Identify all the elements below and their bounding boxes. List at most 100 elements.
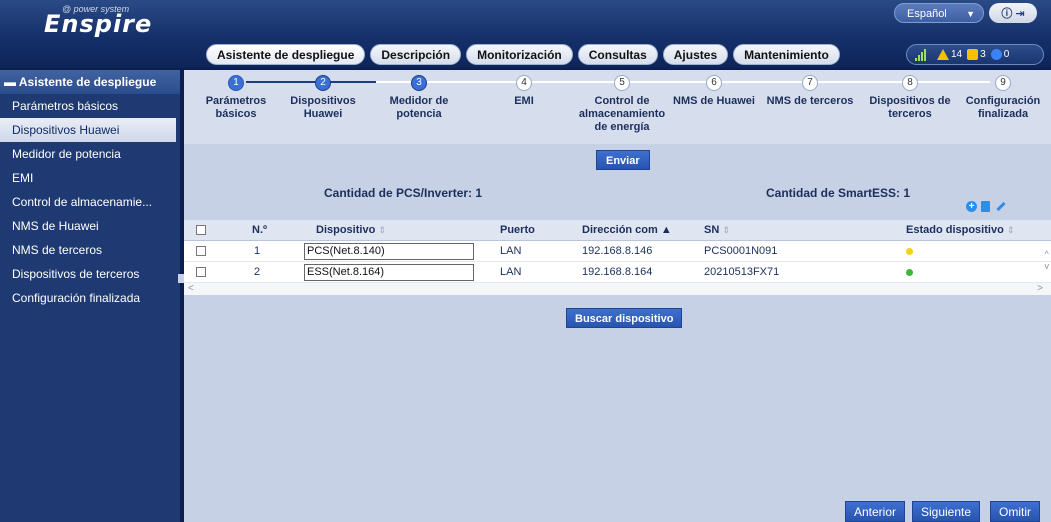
edit-icon[interactable] bbox=[996, 201, 1006, 212]
step-8-number: 8 bbox=[902, 75, 918, 91]
step-5[interactable]: 5 Control de almacenamiento de energía bbox=[572, 74, 672, 134]
step-6-label: NMS de Huawei bbox=[673, 95, 755, 107]
logout-icon[interactable]: ⇥ bbox=[1015, 7, 1024, 20]
omitir-button[interactable]: Omitir bbox=[990, 501, 1040, 522]
col-dispositivo-label: Dispositivo bbox=[316, 224, 376, 236]
scroll-right-icon[interactable]: > bbox=[1037, 283, 1043, 295]
tab-descripcion[interactable]: Descripción bbox=[370, 44, 462, 65]
sidebar-item-nms-huawei[interactable]: NMS de Huawei bbox=[0, 214, 180, 238]
step-5-label: Control de almacenamiento de energía bbox=[578, 95, 666, 133]
sidebar-item-parametros-basicos[interactable]: Parámetros básicos bbox=[0, 94, 180, 118]
step-3-label: Medidor de potencia bbox=[389, 95, 449, 120]
step-6-number: 6 bbox=[706, 75, 722, 91]
info-alarm-count: 0 bbox=[1003, 49, 1010, 60]
help-icon[interactable]: ⓘ bbox=[1001, 5, 1012, 21]
siguiente-button[interactable]: Siguiente bbox=[912, 501, 981, 522]
col-estado[interactable]: Estado dispositivo ⇕ bbox=[906, 220, 1014, 241]
info-icon bbox=[990, 49, 1002, 60]
step-4[interactable]: 4 EMI bbox=[474, 74, 574, 108]
sidebar-item-emi[interactable]: EMI bbox=[0, 166, 180, 190]
major-alarm[interactable]: 14 bbox=[937, 49, 962, 60]
scroll-left-icon[interactable]: < bbox=[188, 283, 194, 295]
device-name-field[interactable]: PCS(Net.8.140) bbox=[304, 243, 474, 260]
buscar-dispositivo-button[interactable]: Buscar dispositivo bbox=[566, 308, 683, 328]
anterior-button[interactable]: Anterior bbox=[845, 501, 906, 522]
delete-icon[interactable] bbox=[981, 201, 990, 212]
minor-alarm[interactable]: 3 bbox=[967, 49, 986, 60]
alarm-bar[interactable]: 14 3 0 bbox=[906, 44, 1044, 65]
tab-mantenimiento[interactable]: Mantenimiento bbox=[733, 44, 840, 65]
step-3-number: 3 bbox=[411, 75, 427, 91]
add-icon[interactable]: + bbox=[966, 201, 977, 212]
step-3[interactable]: 3 Medidor de potencia bbox=[369, 74, 469, 121]
step-1[interactable]: 1 Parámetros básicos bbox=[186, 74, 286, 121]
vertical-scrollbar[interactable]: ^ v bbox=[1045, 248, 1050, 272]
sort-icon: ⇕ bbox=[722, 225, 730, 235]
tab-consultas[interactable]: Consultas bbox=[577, 44, 658, 65]
language-value: Español bbox=[907, 8, 947, 20]
select-all-checkbox[interactable] bbox=[196, 225, 206, 235]
col-sn[interactable]: SN ⇕ bbox=[704, 220, 730, 241]
main-tabs: Asistente de despliegue Descripción Moni… bbox=[206, 44, 840, 65]
sort-icon: ⇕ bbox=[1006, 225, 1015, 235]
col-dispositivo[interactable]: Dispositivo ⇕ bbox=[316, 220, 386, 241]
step-2-number: 2 bbox=[315, 75, 331, 91]
table-header-row: N.º Dispositivo ⇕ Puerto Dirección com ▲… bbox=[184, 220, 1051, 241]
step-9-number: 9 bbox=[995, 75, 1011, 91]
step-8[interactable]: 8 Dispositivos de terceros bbox=[860, 74, 960, 121]
step-7-number: 7 bbox=[802, 75, 818, 91]
sidebar-item-control-almacenamiento[interactable]: Control de almacenamie... bbox=[0, 190, 180, 214]
step-2-label: Dispositivos Huawei bbox=[290, 95, 356, 120]
col-estado-label: Estado dispositivo bbox=[906, 224, 1004, 236]
enspire-logo: Enspire bbox=[44, 10, 153, 38]
step-1-label: Parámetros básicos bbox=[205, 95, 267, 120]
ess-count: Cantidad de SmartESS: 1 bbox=[766, 186, 911, 200]
row-number: 1 bbox=[254, 245, 261, 257]
row-checkbox[interactable] bbox=[196, 267, 206, 277]
row-checkbox[interactable] bbox=[196, 246, 206, 256]
sidebar-item-dispositivos-huawei[interactable]: Dispositivos Huawei bbox=[0, 118, 176, 142]
table-row[interactable]: 2 ESS(Net.8.164) LAN 192.168.8.164 20210… bbox=[184, 262, 1051, 283]
main-content: 1 Parámetros básicos 2 Dispositivos Huaw… bbox=[184, 70, 1051, 522]
sort-icon: ⇕ bbox=[378, 225, 386, 235]
step-5-number: 5 bbox=[614, 75, 630, 91]
sidebar-title[interactable]: ▬ Asistente de despliegue bbox=[0, 70, 180, 94]
tab-ajustes[interactable]: Ajustes bbox=[662, 44, 729, 65]
sidebar-item-medidor-de-potencia[interactable]: Medidor de potencia bbox=[0, 142, 180, 166]
status-indicator bbox=[906, 248, 913, 255]
minor-alarm-icon bbox=[967, 49, 979, 60]
header-tools: ⓘ ⇥ bbox=[989, 3, 1037, 23]
step-9-label: Configuración finalizada bbox=[965, 95, 1041, 120]
row-address: 192.168.8.146 bbox=[582, 245, 653, 257]
row-number: 2 bbox=[254, 266, 261, 278]
sort-asc-icon: ▲ bbox=[660, 224, 672, 236]
info-alarm[interactable]: 0 bbox=[990, 49, 1010, 60]
pcs-count: Cantidad de PCS/Inverter: 1 bbox=[324, 186, 483, 200]
tab-asistente-de-despliegue[interactable]: Asistente de despliegue bbox=[206, 44, 366, 65]
top-header: @ power system Enspire Español ▼ ⓘ ⇥ Asi… bbox=[0, 0, 1051, 68]
row-address: 192.168.8.164 bbox=[582, 266, 653, 278]
minor-alarm-count: 3 bbox=[980, 49, 986, 60]
horizontal-scrollbar[interactable]: < > bbox=[184, 283, 1051, 295]
sidebar-item-nms-terceros[interactable]: NMS de terceros bbox=[0, 238, 180, 262]
tab-monitorizacion[interactable]: Monitorización bbox=[466, 44, 573, 65]
col-direccion[interactable]: Dirección com ▲ bbox=[582, 220, 672, 241]
row-port: LAN bbox=[500, 245, 522, 257]
col-direccion-label: Dirección com bbox=[582, 224, 658, 236]
language-select[interactable]: Español ▼ bbox=[894, 3, 984, 23]
step-4-label: EMI bbox=[514, 95, 534, 107]
col-puerto: Puerto bbox=[500, 224, 535, 236]
step-8-label: Dispositivos de terceros bbox=[869, 95, 951, 120]
sidebar-item-dispositivos-terceros[interactable]: Dispositivos de terceros bbox=[0, 262, 180, 286]
step-6[interactable]: 6 NMS de Huawei bbox=[664, 74, 764, 108]
sidebar-item-configuracion-finalizada[interactable]: Configuración finalizada bbox=[0, 286, 180, 310]
step-7[interactable]: 7 NMS de terceros bbox=[760, 74, 860, 108]
step-2[interactable]: 2 Dispositivos Huawei bbox=[273, 74, 373, 121]
table-row[interactable]: 1 PCS(Net.8.140) LAN 192.168.8.146 PCS00… bbox=[184, 241, 1051, 262]
device-name-field[interactable]: ESS(Net.8.164) bbox=[304, 264, 474, 281]
col-sn-label: SN bbox=[704, 224, 720, 236]
step-9[interactable]: 9 Configuración finalizada bbox=[953, 74, 1051, 121]
device-table: N.º Dispositivo ⇕ Puerto Dirección com ▲… bbox=[184, 220, 1051, 295]
enviar-button[interactable]: Enviar bbox=[596, 150, 650, 170]
step-1-number: 1 bbox=[228, 75, 244, 91]
